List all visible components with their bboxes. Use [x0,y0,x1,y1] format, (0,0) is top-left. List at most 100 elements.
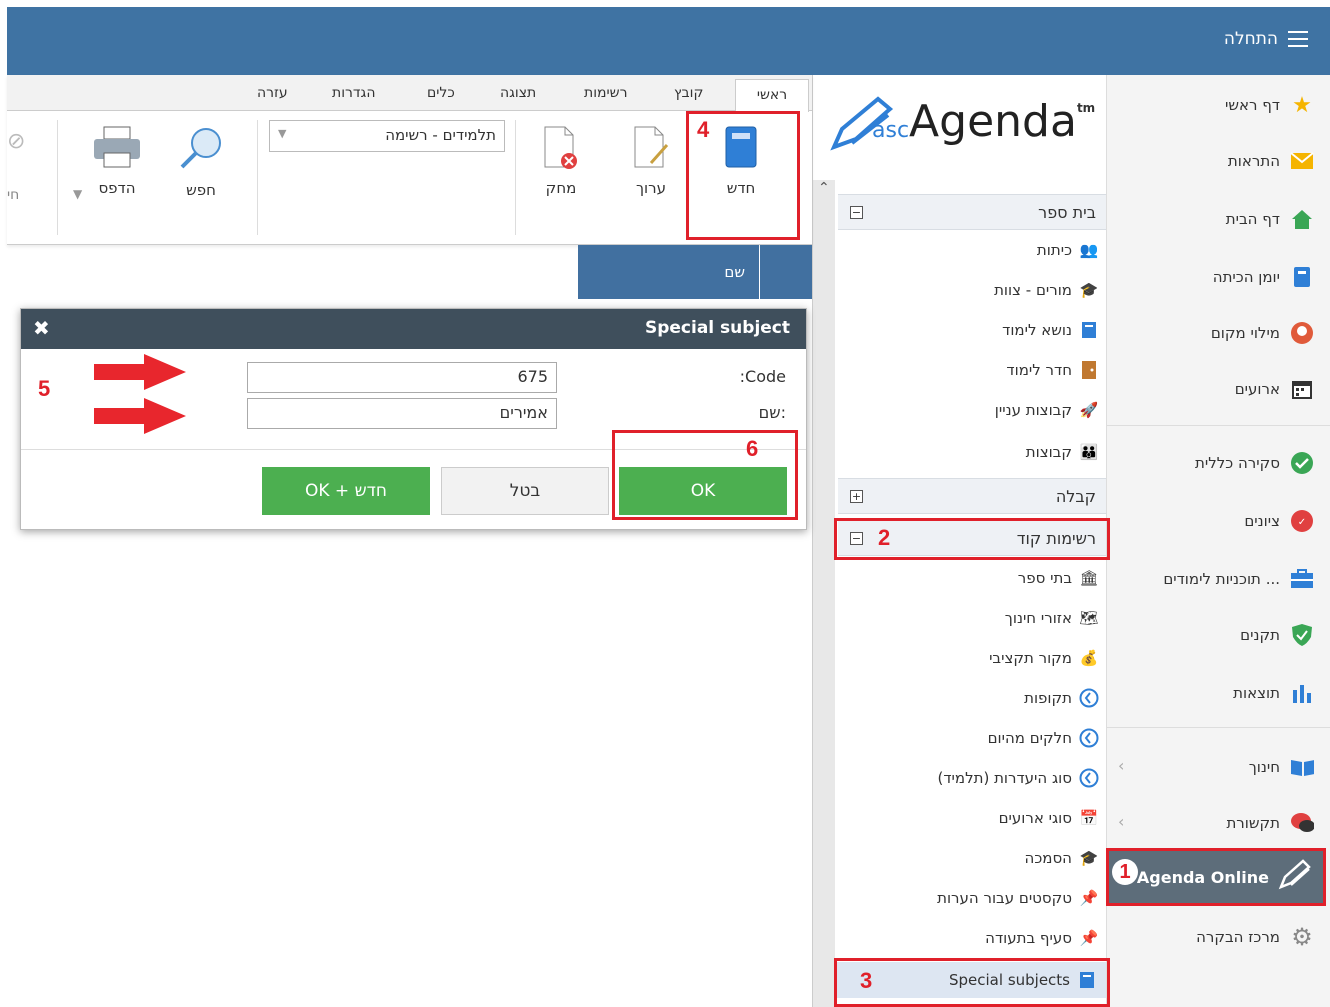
chevron-left-icon[interactable]: ‹ [1118,756,1124,775]
annotation-number-6: 6 [746,436,759,461]
tree-scrollbar[interactable] [813,180,835,1007]
nav-item-events[interactable]: ארועים [1114,371,1314,407]
tree-item-remark-texts[interactable]: 📌 טקסטים עבור הערות [937,880,1100,916]
dialog-title-bar: Special subject ✖ [21,309,806,349]
close-icon[interactable]: ✖ [33,316,50,340]
ribbon-separator [257,120,258,235]
graduation-cap-icon: 🎓 [1079,281,1099,299]
clock-icon [1078,767,1100,789]
tree-item-day-parts[interactable]: חלקים מהיום [988,720,1100,756]
ribbon-separator [515,120,516,235]
edit-button[interactable]: ערוך [621,125,681,197]
column-header-name[interactable]: שם [578,245,759,299]
tree-item-budget-source[interactable]: 💰 מקור תקציבי [989,640,1100,676]
nav-item-homepage[interactable]: דף הבית [1114,201,1314,237]
tree-item-classes[interactable]: 👥 כיתות [1037,232,1100,268]
nav-item-notifications[interactable]: התראות [1114,143,1314,179]
tab-lists[interactable]: רשימות [584,85,627,101]
gear-icon: ⚙ [1291,923,1313,951]
tree-item-absence-type[interactable]: סוג היעדרות (תלמיד) [937,760,1100,796]
clock-icon [1078,727,1100,749]
annotation-box-special-subjects [834,958,1110,1007]
tree-item-groups[interactable]: 👪 קבוצות [1026,434,1100,470]
annotation-number-2: 2 [878,525,891,550]
edit-page-icon [621,125,681,173]
tree-item-classroom[interactable]: חדר לימוד [1006,352,1100,388]
scroll-up-icon[interactable]: ⌃ [818,180,830,196]
ribbon-separator [57,120,58,235]
start-menu-button[interactable]: התחלה [1224,29,1308,49]
tree-item-schools[interactable]: 🏛 בתי ספר [1018,560,1100,596]
pin-icon: 📌 [1079,889,1099,907]
nav-item-agenda-online[interactable]: Agenda Online [1106,848,1326,906]
group-icon: 👪 [1079,443,1099,461]
hamburger-icon [1288,31,1308,47]
nav-item-results[interactable]: תוצאות [1114,675,1314,711]
tab-view[interactable]: תצוגה [500,85,536,101]
nav-item-overview[interactable]: סקירה כללית [1114,445,1314,481]
tree-item-event-types[interactable]: 📅 סוגי ארועים [999,800,1100,836]
rocket-icon: 🚀 [1079,401,1099,419]
tree-item-interest-groups[interactable]: 🚀 קבוצות עניין [995,392,1100,428]
check-circle-icon [1290,451,1314,475]
ok-new-button[interactable]: OK + חדש [262,467,430,515]
cancel-button[interactable]: בטל [441,467,609,515]
annotation-arrow [94,354,186,390]
code-field[interactable]: 675 [247,362,557,393]
nav-item-substitution[interactable]: מילוי מקום [1114,315,1314,351]
door-icon [1078,359,1100,381]
dropdown-arrow-icon[interactable]: ▼ [73,187,82,201]
tree-item-certification[interactable]: 🎓 הסמכה [1025,840,1100,876]
grades-icon: ✓ [1290,509,1314,533]
chevron-left-icon[interactable]: ‹ [1118,812,1124,831]
nav-item-standards[interactable]: תקנים [1114,617,1314,653]
expand-icon[interactable]: + [850,489,863,503]
nav-item-education[interactable]: חינוך [1114,749,1314,785]
tree-group-school[interactable]: − בית ספר [838,194,1106,230]
tab-help[interactable]: עזרה [257,85,288,101]
pin-icon: 📌 [1079,929,1099,947]
tab-main[interactable]: ראשי [735,79,809,112]
star-icon: ★ [1292,92,1312,118]
tab-settings[interactable]: הגדרות [332,85,375,101]
tab-tools[interactable]: כלים [427,85,455,101]
search-button[interactable]: חפש [171,125,231,199]
svg-text:✓: ✓ [1298,517,1306,528]
open-book-icon [1290,755,1314,779]
delete-button[interactable]: מחק [531,125,591,197]
tab-file[interactable]: קובץ [674,85,703,101]
collapse-icon[interactable]: − [850,205,863,219]
nav-item-grades[interactable]: ✓ ציונים [1114,503,1314,539]
book-icon [1078,319,1100,341]
tree-item-education-regions[interactable]: 🗺 אזורי חינוך [1005,600,1100,636]
nav-item-class-diary[interactable]: יומן הכיתה [1114,259,1314,295]
column-header-extra [760,245,812,299]
briefcase-icon [1290,567,1314,591]
nav-item-curricula[interactable]: תוכניות לימודים ... [1114,561,1314,597]
certificate-icon: 🎓 [1079,849,1099,867]
tree-item-periods[interactable]: תקופות [1024,680,1100,716]
nav-item-control-center[interactable]: ⚙ מרכז הבקרה [1114,919,1314,955]
nav-item-communication[interactable]: תקשורת [1114,805,1314,841]
dropdown-arrow-icon: ▼ [278,127,287,140]
nav-divider [1107,727,1330,728]
search-icon [171,125,231,175]
name-field[interactable]: אמירים [247,398,557,429]
list-selector[interactable]: ▼ תלמידים - רשימה [269,120,505,152]
event-icon: 📅 [1079,809,1099,827]
building-icon: 🏛 [1079,569,1099,587]
calendar-icon [1290,377,1314,401]
tree-item-report-section[interactable]: 📌 סעיף בתעודה [985,920,1100,956]
tree-item-subject[interactable]: נושא לימוד [1002,312,1100,348]
region-icon: 🗺 [1079,609,1099,627]
tree-group-reception[interactable]: + קבלה [838,478,1106,514]
shield-icon [1290,623,1314,647]
tree-item-teachers[interactable]: 🎓 מורים - צוות [994,272,1100,308]
coins-icon: 💰 [1079,649,1099,667]
classes-icon: 👥 [1079,241,1099,259]
nav-item-home[interactable]: ★ דף ראשי [1114,87,1314,123]
annotation-number-3: 3 [860,968,873,993]
print-button[interactable]: הדפס [87,125,147,197]
annotation-box-code-lists [834,518,1110,560]
annotation-arrow [94,398,186,434]
